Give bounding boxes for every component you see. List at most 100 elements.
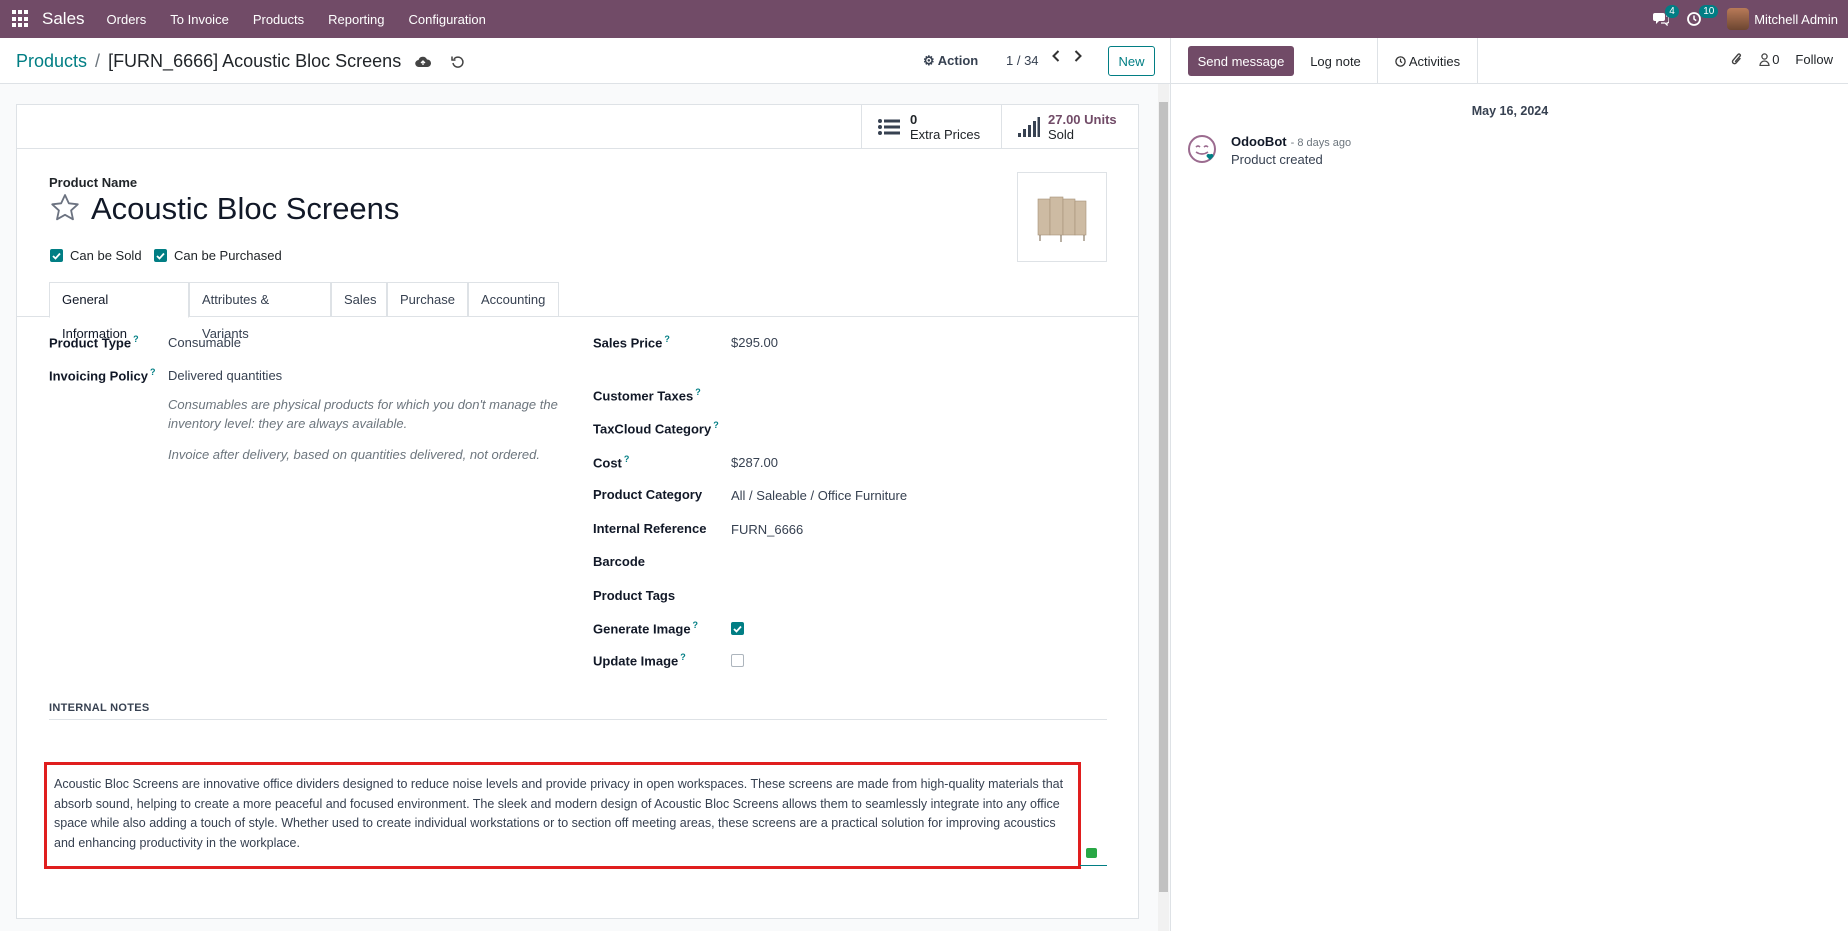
breadcrumb-separator: / [95,51,101,71]
new-button[interactable]: New [1108,46,1155,76]
help-tooltip-icon[interactable]: ? [680,652,686,662]
message-time: - 8 days ago [1290,137,1352,149]
notes-field-underline [1080,865,1107,866]
message-body: Product created [1231,152,1323,167]
pager-next-icon[interactable] [1074,50,1082,62]
help-tooltip-icon[interactable]: ? [695,387,701,397]
messages-count-badge: 4 [1665,5,1679,18]
product-tags-label: Product Tags [593,588,676,603]
taxcloud-category-label: TaxCloud Category? [593,420,719,437]
product-tags-field[interactable] [731,588,1031,604]
taxcloud-category-field[interactable] [731,420,1031,436]
cost-label: Cost? [593,454,630,471]
help-tooltip-icon[interactable]: ? [133,334,139,344]
odoobot-avatar [1188,135,1216,163]
tab-attributes-variants[interactable]: Attributes & Variants [189,282,331,341]
followers-count: 0 [1772,52,1780,67]
paperclip-icon[interactable] [1731,52,1743,67]
follow-button[interactable]: Follow [1795,52,1833,67]
action-menu-button[interactable]: ⚙ Action [923,53,978,69]
tab-accounting[interactable]: Accounting [468,282,559,317]
product-image[interactable] [1017,172,1107,262]
can-be-sold-label: Can be Sold [70,248,142,263]
tab-purchase[interactable]: Purchase [387,282,468,317]
chatter-topbar: Send message Log note Activities 0 Follo… [1171,38,1848,84]
barcode-field[interactable] [731,554,1031,570]
activities-count-badge: 10 [1699,5,1719,18]
breadcrumb-products-link[interactable]: Products [16,51,87,72]
internal-notes-label: INTERNAL NOTES [49,702,150,714]
save-cloud-icon[interactable] [415,56,432,68]
followers-button[interactable]: 0 [1759,52,1779,67]
send-message-button[interactable]: Send message [1188,46,1294,76]
breadcrumb-current: [FURN_6666] Acoustic Bloc Screens [108,51,402,71]
help-tooltip-icon[interactable]: ? [624,454,630,464]
apps-grid-icon[interactable] [12,10,30,28]
gear-icon: ⚙ [923,53,935,68]
product-name-label: Product Name [49,175,138,190]
extra-prices-button[interactable]: 0 Extra Prices [861,105,1001,149]
activities-button[interactable]: 10 [1687,5,1719,26]
help-tooltip-icon[interactable]: ? [713,420,719,430]
internal-notes-field[interactable]: Acoustic Bloc Screens are innovative off… [44,762,1081,869]
favorite-star-icon[interactable] [50,193,80,221]
invoicing-policy-field[interactable]: Delivered quantities [168,368,282,383]
menu-to-invoice[interactable]: To Invoice [158,12,241,27]
signal-bars-icon [1018,117,1040,137]
form-tabs: General Information Attributes & Variant… [17,282,1138,341]
log-note-button[interactable]: Log note [1294,38,1378,84]
message-author: OdooBot - 8 days ago [1231,134,1352,149]
checkbox-unchecked-icon [731,654,744,667]
app-name[interactable]: Sales [42,9,85,29]
menu-reporting[interactable]: Reporting [316,12,396,27]
cost-field[interactable]: $287.00 [731,455,778,470]
extra-prices-label: Extra Prices [910,127,981,142]
form-sheet: 0 Extra Prices 27.00 Units Sold Product … [16,104,1139,919]
product-category-field[interactable]: All / Saleable / Office Furniture [731,488,907,503]
activities-button[interactable]: Activities [1378,38,1478,84]
consumable-help-text: Consumables are physical products for wh… [168,397,558,431]
smart-buttons-bar: 0 Extra Prices 27.00 Units Sold [17,105,1138,149]
help-tooltip-icon[interactable]: ? [693,620,699,630]
units-sold-button[interactable]: 27.00 Units Sold [1001,105,1138,149]
scrollbar-thumb[interactable] [1159,102,1168,892]
form-scrollbar[interactable] [1158,84,1169,931]
invoice-help-text: Invoice after delivery, based on quantit… [168,447,540,462]
user-menu[interactable]: Mitchell Admin [1727,8,1838,30]
can-be-purchased-label: Can be Purchased [174,248,282,263]
update-image-checkbox[interactable] [731,654,744,667]
notes-divider [49,719,1107,720]
product-name-field[interactable]: Acoustic Bloc Screens [91,191,399,227]
control-panel: Products / [FURN_6666] Acoustic Bloc Scr… [0,38,1170,84]
menu-orders[interactable]: Orders [95,12,159,27]
internal-reference-label: Internal Reference [593,521,707,536]
menu-configuration[interactable]: Configuration [397,12,498,27]
help-tooltip-icon[interactable]: ? [664,334,670,344]
help-tooltip-icon[interactable]: ? [150,367,156,377]
pager-value[interactable]: 1 / 34 [1006,53,1039,68]
tab-general-information[interactable]: General Information [49,282,189,341]
tab-sales[interactable]: Sales [331,282,387,317]
messages-button[interactable]: 4 [1653,5,1679,26]
product-type-field[interactable]: Consumable [168,335,241,350]
grammar-check-icon[interactable] [1086,848,1097,858]
update-image-label: Update Image? [593,652,686,669]
generate-image-checkbox[interactable] [731,622,751,635]
customer-taxes-field[interactable] [731,387,1031,403]
internal-reference-field[interactable]: FURN_6666 [731,522,803,537]
generate-image-label: Generate Image? [593,620,699,637]
pager-previous-icon[interactable] [1052,50,1060,62]
sales-price-field[interactable]: $295.00 [731,335,778,350]
product-category-label: Product Category [593,487,703,502]
extra-prices-count: 0 [910,112,918,127]
can-be-sold-checkbox[interactable]: Can be Sold [50,248,142,263]
message-date-separator: May 16, 2024 [1471,104,1549,118]
top-navbar: Sales Orders To Invoice Products Reporti… [0,0,1848,38]
menu-products[interactable]: Products [241,12,316,27]
can-be-purchased-checkbox[interactable]: Can be Purchased [154,248,282,263]
person-icon [1759,53,1770,66]
clock-icon [1395,55,1406,67]
acoustic-screen-image [1037,196,1087,242]
discard-undo-icon[interactable] [451,55,464,68]
chatter-panel: Send message Log note Activities 0 Follo… [1170,38,1848,931]
